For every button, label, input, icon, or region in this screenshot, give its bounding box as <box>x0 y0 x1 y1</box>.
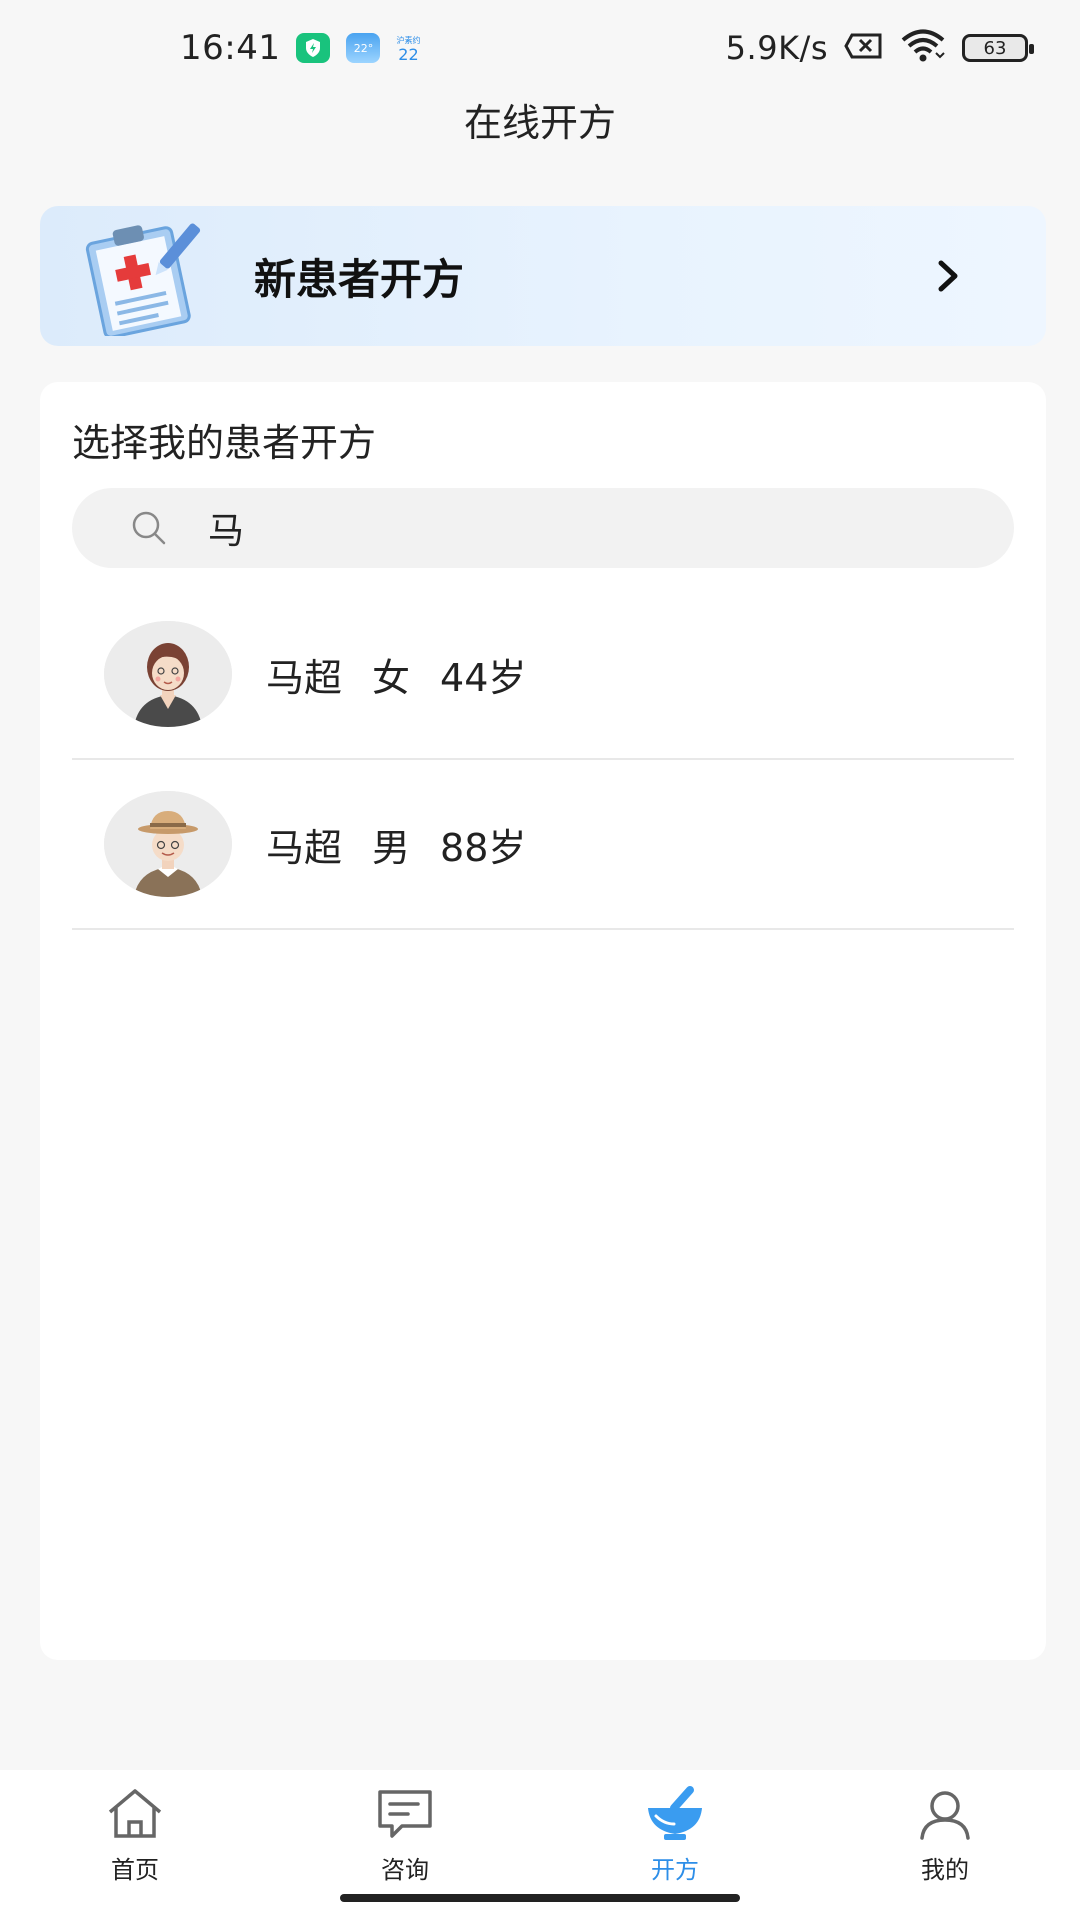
patient-name: 马超 <box>266 655 343 700</box>
new-patient-prescription-button[interactable]: 新患者开方 <box>40 206 1046 346</box>
calendar-mini-bottom: 22 <box>398 45 419 64</box>
patient-gender: 女 <box>372 655 411 700</box>
calendar-icon: 沪素约 22 <box>396 34 420 64</box>
weather-icon: 22° <box>346 33 381 63</box>
patient-gender: 男 <box>372 825 411 870</box>
patient-info: 马超 男 88岁 <box>266 817 526 872</box>
battery-icon: 63 <box>962 34 1034 62</box>
tab-label: 首页 <box>111 1856 159 1884</box>
user-icon <box>914 1786 976 1842</box>
status-time: 16:41 <box>180 28 281 68</box>
patient-row[interactable]: 马超 男 88岁 <box>72 760 1014 930</box>
battery-level: 63 <box>983 37 1007 59</box>
patient-row[interactable]: 马超 女 44岁 <box>72 590 1014 760</box>
page-title: 在线开方 <box>463 101 616 145</box>
weather-temp: 22° <box>353 41 374 55</box>
patient-search-input[interactable] <box>208 507 908 549</box>
tab-label: 咨询 <box>381 1856 429 1884</box>
patient-select-card: 选择我的患者开方 马 马超 女 44岁 马超 男 88岁 <box>40 382 1046 1660</box>
security-shield-icon <box>296 33 331 63</box>
tab-profile[interactable]: 我的 <box>810 1770 1080 1920</box>
chevron-right-icon <box>928 256 968 296</box>
network-speed: 5.9K/s <box>725 29 828 67</box>
patient-list: 马超 女 44岁 马超 男 88岁 <box>72 590 1014 930</box>
elderly-male-avatar <box>104 791 232 897</box>
new-patient-label: 新患者开方 <box>254 254 465 304</box>
status-bar: 16:41 22° 沪素约 22 5.9K/s 63 <box>0 0 1080 96</box>
mortar-pestle-icon <box>644 1786 706 1842</box>
status-bar-left: 16:41 22° 沪素约 22 <box>180 28 420 68</box>
home-icon <box>104 1786 166 1842</box>
patient-info: 马超 女 44岁 <box>266 647 526 702</box>
clipboard-medical-icon <box>70 216 210 339</box>
sim-disabled-icon <box>844 32 884 64</box>
search-icon <box>130 509 168 547</box>
patient-age: 88岁 <box>440 825 527 870</box>
chat-icon <box>374 1786 436 1842</box>
tab-label: 我的 <box>921 1856 969 1884</box>
patient-search-bar[interactable] <box>72 488 1014 568</box>
card-title: 选择我的患者开方 <box>72 421 377 465</box>
status-bar-right: 5.9K/s 63 <box>725 29 1034 67</box>
patient-name: 马超 <box>266 825 343 870</box>
tab-label: 开方 <box>651 1856 699 1884</box>
wifi-icon <box>900 29 946 67</box>
tab-home[interactable]: 首页 <box>0 1770 270 1920</box>
patient-age: 44岁 <box>440 655 527 700</box>
home-indicator[interactable] <box>340 1894 740 1902</box>
female-avatar <box>104 621 232 727</box>
